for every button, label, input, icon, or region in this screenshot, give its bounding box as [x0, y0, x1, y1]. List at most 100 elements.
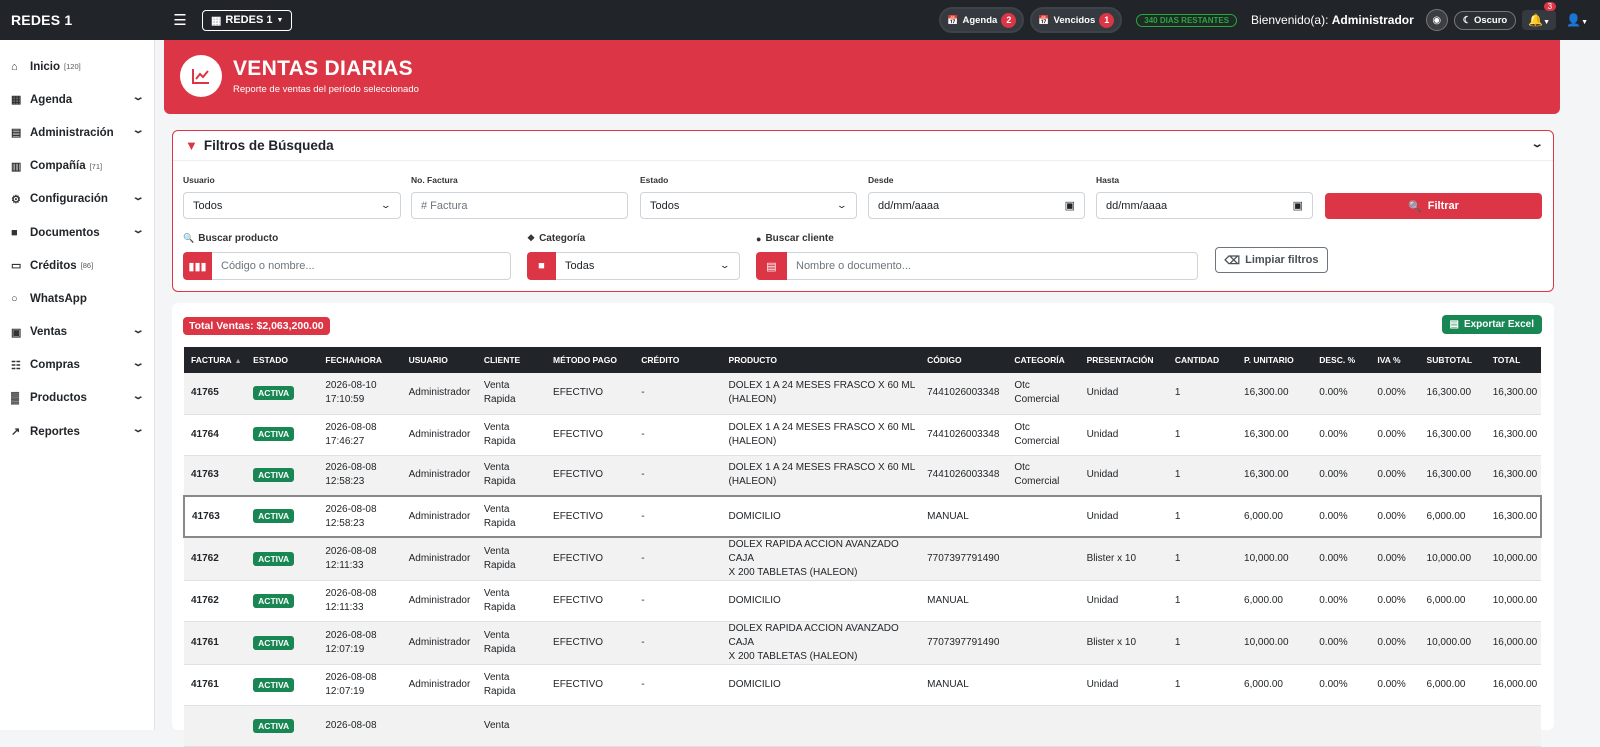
- sidebar-item-inicio[interactable]: ⌂ Inicio [120]: [0, 50, 154, 83]
- sidebar-item-whatsapp[interactable]: ○ WhatsApp: [0, 282, 154, 315]
- column-header[interactable]: CLIENTE: [476, 347, 547, 373]
- table-cell: [401, 705, 477, 747]
- sidebar-item-label: Compras: [30, 359, 80, 372]
- table-cell: 7441026003348: [920, 455, 1008, 497]
- table-cell: 16,300.00: [1237, 414, 1313, 456]
- sidebar-item-compras[interactable]: ☷ Compras ⌄: [0, 349, 154, 382]
- notifications-button[interactable]: 🔔▼ 3: [1522, 2, 1557, 30]
- clear-filters-button[interactable]: ⌫ Limpiar filtros: [1215, 247, 1328, 273]
- chevron-down-icon[interactable]: ⌄: [131, 325, 144, 336]
- column-header[interactable]: FECHA/HORA: [318, 347, 402, 373]
- user-menu-button[interactable]: 👤▼: [1562, 13, 1592, 27]
- column-header[interactable]: CANTIDAD: [1167, 347, 1238, 373]
- table-cell: DOLEX RAPIDA ACCION AVANZADO CAJA X 200 T…: [721, 621, 921, 665]
- column-header[interactable]: USUARIO: [401, 347, 477, 373]
- chevron-down-icon[interactable]: ⌄: [131, 225, 144, 236]
- sidebar-item-agenda[interactable]: ▦ Agenda ⌄: [0, 83, 154, 116]
- chevron-down-icon[interactable]: ⌄: [131, 391, 144, 402]
- table-row[interactable]: ACTIVA 2026-08-08 Venta: [184, 705, 1541, 747]
- chevron-down-icon[interactable]: ⌄: [1530, 139, 1543, 150]
- page-header-banner: VENTAS DIARIAS Reporte de ventas del per…: [164, 40, 1560, 114]
- table-row[interactable]: 41763 ACTIVA 2026-08-08 12:58:23 Administrad…: [182, 495, 1543, 538]
- calendar-icon: ▦: [11, 94, 22, 107]
- cell-text: Unidad: [1086, 387, 1119, 399]
- table-row[interactable]: 41765 ACTIVA 2026-08-10 17:10:59 Administrad…: [184, 373, 1541, 415]
- filter-button[interactable]: 🔍 Filtrar: [1325, 193, 1542, 219]
- sidebar-item-reportes[interactable]: ↗ Reportes ⌄: [0, 415, 154, 448]
- column-header[interactable]: TOTAL: [1485, 347, 1541, 373]
- column-header[interactable]: CRÉDITO: [634, 347, 722, 373]
- column-header-label: PRESENTACIÓN: [1086, 355, 1154, 365]
- sidebar-item-ventas[interactable]: ▣ Ventas ⌄: [0, 316, 154, 349]
- column-header[interactable]: DESC. %: [1312, 347, 1371, 373]
- table-row[interactable]: 41762 ACTIVA 2026-08-08 12:11:33 Administrad…: [184, 537, 1541, 581]
- calendar-icon[interactable]: ▣: [1293, 199, 1303, 212]
- cell-text: Rapida: [483, 476, 516, 488]
- table-cell: 16,300.00: [1237, 455, 1313, 497]
- home-icon: ⌂: [11, 60, 18, 73]
- chevron-down-icon[interactable]: ⌄: [131, 92, 144, 103]
- column-header[interactable]: SUBTOTAL: [1419, 347, 1486, 373]
- column-header[interactable]: ESTADO: [246, 347, 319, 373]
- chevron-down-icon[interactable]: ⌄: [131, 358, 144, 369]
- table-row[interactable]: 41761 ACTIVA 2026-08-08 12:07:19 Administrad…: [184, 621, 1541, 665]
- dark-mode-toggle[interactable]: ☾ Oscuro: [1453, 10, 1517, 30]
- table-cell: ACTIVA: [246, 705, 319, 747]
- factura-input[interactable]: # Factura: [411, 192, 628, 219]
- calendar-icon[interactable]: ▣: [1065, 199, 1075, 212]
- chevron-down-icon[interactable]: ⌄: [131, 192, 144, 203]
- table-cell: Venta Rapida: [476, 414, 547, 456]
- producto-search-label: 🔍 Buscar producto: [183, 233, 278, 244]
- calendar-icon: 📅: [947, 14, 959, 25]
- column-header[interactable]: IVA %: [1370, 347, 1420, 373]
- chevron-down-icon[interactable]: ⌄: [131, 424, 144, 435]
- menu-toggle-icon[interactable]: ☰: [160, 11, 200, 29]
- brand-logo[interactable]: REDES 1: [0, 12, 160, 28]
- cliente-search-input[interactable]: Nombre o documento...: [787, 252, 1198, 280]
- sidebar-item-configuración[interactable]: ⚙ Configuración ⌄: [0, 183, 154, 216]
- palette-button[interactable]: ◉: [1425, 9, 1448, 31]
- cell-text: 41765: [191, 387, 219, 399]
- sidebar-item-administración[interactable]: ▤ Administración ⌄: [0, 116, 154, 149]
- sidebar-item-label: Ventas: [30, 326, 68, 339]
- sidebar-item-productos[interactable]: ▓ Productos ⌄: [0, 382, 154, 415]
- table-row[interactable]: 41764 ACTIVA 2026-08-08 17:46:27 Administrad…: [184, 414, 1541, 456]
- column-header-label: P. UNITARIO: [1244, 355, 1294, 365]
- column-header[interactable]: CATEGORÍA: [1007, 347, 1080, 373]
- filters-header[interactable]: ▼ Filtros de Búsqueda ⌄: [173, 131, 1553, 161]
- table-row[interactable]: 41763 ACTIVA 2026-08-08 12:58:23 Administrad…: [184, 455, 1541, 497]
- company-dropdown-button[interactable]: ▦ REDES 1 ▼: [202, 9, 293, 31]
- table-cell: [920, 705, 1008, 747]
- desde-date-input[interactable]: dd/mm/aaaa ▣: [868, 192, 1085, 219]
- sidebar-item-créditos[interactable]: ▭ Créditos [86]: [0, 249, 154, 282]
- cell-text: Venta: [483, 720, 510, 731]
- column-header[interactable]: PRODUCTO: [721, 347, 921, 373]
- export-excel-button[interactable]: ▤ Exportar Excel: [1441, 315, 1542, 334]
- estado-select[interactable]: Todos ⌄: [640, 192, 857, 219]
- producto-search-input[interactable]: Código o nombre...: [212, 252, 511, 280]
- cell-text: 12:07:19: [325, 686, 365, 697]
- chevron-down-icon[interactable]: ⌄: [131, 125, 144, 136]
- table-cell: Administrador: [401, 495, 477, 538]
- column-header[interactable]: P. UNITARIO: [1237, 347, 1313, 373]
- cell-text: MANUAL: [927, 679, 969, 690]
- table-row[interactable]: 41761 ACTIVA 2026-08-08 12:07:19 Administrad…: [184, 664, 1541, 706]
- sidebar-item-compañía[interactable]: ▥ Compañía [71]: [0, 150, 154, 183]
- chart-icon: ↗: [11, 426, 21, 439]
- table-row[interactable]: 41762 ACTIVA 2026-08-08 12:11:33 Administrad…: [184, 580, 1541, 622]
- column-header[interactable]: CÓDIGO: [920, 347, 1008, 373]
- column-header[interactable]: FACTURA ▲: [184, 347, 247, 373]
- cell-text: (HALEON): [728, 476, 777, 488]
- column-header-label: DESC. %: [1319, 355, 1356, 365]
- status-badge: ACTIVA: [253, 635, 295, 650]
- column-header[interactable]: MÉTODO PAGO: [546, 347, 635, 373]
- cell-text: 16,300.00: [1426, 469, 1472, 481]
- categoria-select[interactable]: Todas ⌄: [556, 252, 740, 280]
- sidebar-item-documentos[interactable]: ■ Documentos ⌄: [0, 216, 154, 249]
- usuario-select[interactable]: Todos ⌄: [183, 192, 401, 219]
- column-header[interactable]: PRESENTACIÓN: [1079, 347, 1168, 373]
- agenda-button[interactable]: 📅 Agenda 2: [939, 7, 1025, 33]
- hasta-date-input[interactable]: dd/mm/aaaa ▣: [1096, 192, 1313, 219]
- cell-text: 0.00%: [1377, 553, 1406, 564]
- vencidos-button[interactable]: 📅 Vencidos 1: [1030, 7, 1123, 33]
